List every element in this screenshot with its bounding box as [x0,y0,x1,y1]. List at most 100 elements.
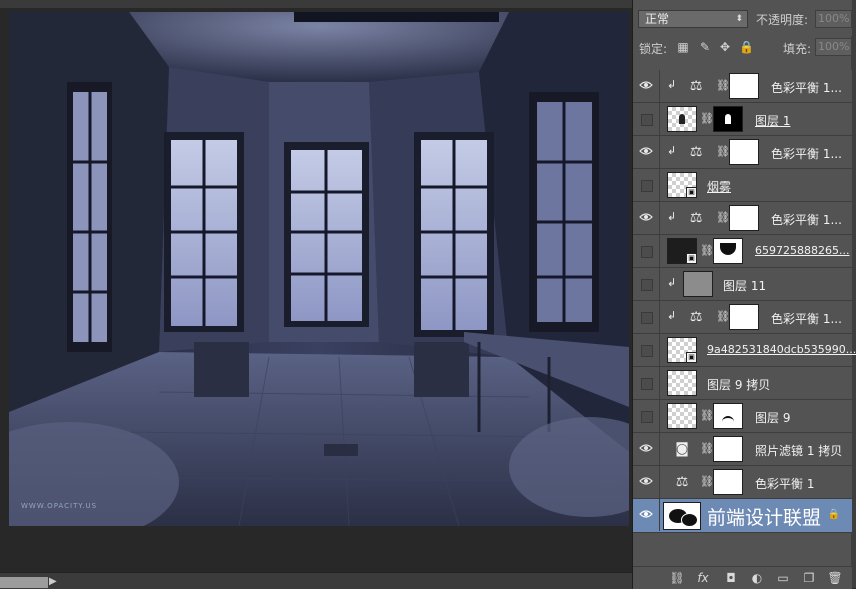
layer-thumbnail[interactable]: ▣ [667,172,697,198]
layer-row[interactable]: ↲ ⚖ ⛓ 色彩平衡 1... [633,301,852,334]
mask-link-icon[interactable]: ⛓ [700,408,714,423]
mask-link-icon[interactable]: ⛓ [700,441,714,456]
layer-mask-thumbnail[interactable] [729,304,759,330]
layer-name[interactable]: 色彩平衡 1... [771,211,842,228]
layer-mask-thumbnail[interactable] [713,238,743,264]
layer-mask-thumbnail[interactable] [713,469,743,495]
lock-all-icon[interactable]: 🔒 [739,41,754,53]
layer-row[interactable]: ↲ ⚖ ⛓ 色彩平衡 1... [633,136,852,169]
layer-name[interactable]: 色彩平衡 1... [771,310,842,327]
visibility-toggle[interactable] [633,433,660,465]
opacity-input[interactable]: 100% [815,10,852,28]
new-layer-icon[interactable]: ❐ [801,571,817,585]
layer-row[interactable]: ⚖ ⛓ 色彩平衡 1 [633,466,852,499]
layer-name[interactable]: 图层 9 [755,409,790,426]
layer-name[interactable]: 前端设计联盟 [707,503,821,530]
hidden-visibility-box [641,312,653,324]
layer-name[interactable]: 色彩平衡 1 [755,475,814,492]
fill-input[interactable]: 100% [815,38,852,56]
layer-thumbnail[interactable] [667,403,697,429]
layer-row[interactable]: ⛓ 图层 9 [633,400,852,433]
layer-thumbnail[interactable] [667,370,697,396]
lock-image-pixels-icon[interactable]: ✎ [699,41,711,53]
adjustment-icon[interactable]: ◐ [749,571,765,585]
layer-row[interactable]: ⛓ 图层 1 [633,103,852,136]
mask-link-icon[interactable]: ⛓ [716,144,730,159]
visibility-toggle[interactable] [633,301,660,333]
eye-icon [639,213,653,221]
visibility-toggle[interactable] [633,334,660,366]
layer-name[interactable]: 图层 11 [723,277,766,294]
layer-row[interactable]: ▣ ⛓ 659725888265... [633,235,852,268]
visibility-toggle[interactable] [633,70,660,102]
layer-mask-thumbnail[interactable] [713,403,743,429]
lock-transparent-pixels-icon[interactable]: ▦ [677,41,689,53]
layer-thumbnail[interactable] [667,106,697,132]
hidden-visibility-box [641,246,653,258]
layer-row[interactable]: ↲ ⚖ ⛓ 色彩平衡 1... [633,70,852,103]
layer-name[interactable]: 照片滤镜 1 拷贝 [755,442,842,459]
balance-icon: ⚖ [689,144,703,160]
fx-icon[interactable]: fx [695,571,711,585]
layer-row[interactable]: ◙ ⛓ 照片滤镜 1 拷贝 [633,433,852,466]
layer-name[interactable]: 色彩平衡 1... [771,79,842,96]
lock-position-icon[interactable]: ✥ [719,41,731,53]
layer-name[interactable]: 659725888265... [755,244,849,257]
mask-link-icon[interactable]: ⛓ [700,243,714,258]
layer-mask-thumbnail[interactable] [713,436,743,462]
visibility-toggle[interactable] [633,499,660,531]
mask-icon[interactable]: ◘ [723,571,739,585]
visibility-toggle[interactable] [633,268,660,300]
hidden-visibility-box [641,411,653,423]
visibility-toggle[interactable] [633,136,660,168]
blend-mode-select[interactable]: 正常 ⬍ [638,10,748,28]
layer-mask-thumbnail[interactable] [729,139,759,165]
eye-icon [639,477,653,485]
layer-name[interactable]: 色彩平衡 1... [771,145,842,162]
clipping-arrow-icon: ↲ [667,78,677,91]
mask-link-icon[interactable]: ⛓ [700,111,714,126]
visibility-toggle[interactable] [633,169,660,201]
layer-mask-thumbnail[interactable] [729,205,759,231]
layer-lock-icon: 🔒 [827,509,840,520]
layer-name[interactable]: 9a482531840dcb535990... [707,343,856,356]
trash-icon[interactable]: 🗑 [827,571,843,585]
layer-name[interactable]: 图层 1 [755,112,790,129]
layer-mask-thumbnail[interactable] [713,106,743,132]
document-canvas-area: WWW.OPACITY.US ▶ [0,0,632,589]
balance-icon: ⚖ [689,210,703,226]
layer-row[interactable]: ▣ 烟雾 [633,169,852,202]
folder-icon[interactable]: ▭ [775,571,791,585]
visibility-toggle[interactable] [633,367,660,399]
layer-row[interactable]: 图层 9 拷贝 [633,367,852,400]
visibility-toggle[interactable] [633,235,660,267]
scroll-right-arrow-icon[interactable]: ▶ [49,576,57,587]
visibility-toggle[interactable] [633,400,660,432]
clipping-arrow-icon: ↲ [667,276,677,289]
mask-link-icon[interactable]: ⛓ [700,474,714,489]
layer-row-selected[interactable]: 前端设计联盟 🔒 [633,499,852,533]
smart-object-badge-icon: ▣ [686,253,697,264]
layer-row[interactable]: ↲ 图层 11 [633,268,852,301]
layer-thumbnail[interactable]: ▣ [667,238,697,264]
balance-icon: ⚖ [675,474,689,490]
mask-link-icon[interactable]: ⛓ [716,309,730,324]
mask-link-icon[interactable]: ⛓ [716,78,730,93]
document-image[interactable]: WWW.OPACITY.US [9,12,629,526]
layer-name[interactable]: 图层 9 拷贝 [707,376,770,393]
visibility-toggle[interactable] [633,202,660,234]
link-icon[interactable]: ⛓ [669,571,685,585]
layer-name[interactable]: 烟雾 [707,178,731,195]
visibility-toggle[interactable] [633,103,660,135]
mask-link-icon[interactable]: ⛓ [716,210,730,225]
balance-icon: ⚖ [689,78,703,94]
layer-row[interactable]: ▣ 9a482531840dcb535990... [633,334,856,367]
layer-thumbnail[interactable] [683,271,713,297]
visibility-toggle[interactable] [633,466,660,498]
layer-mask-thumbnail[interactable] [729,73,759,99]
eye-icon [639,444,653,452]
layer-thumbnail[interactable]: ▣ [667,337,697,363]
hidden-visibility-box [641,345,653,357]
horizontal-scrollbar-thumb[interactable] [0,577,48,588]
layer-row[interactable]: ↲ ⚖ ⛓ 色彩平衡 1... [633,202,852,235]
